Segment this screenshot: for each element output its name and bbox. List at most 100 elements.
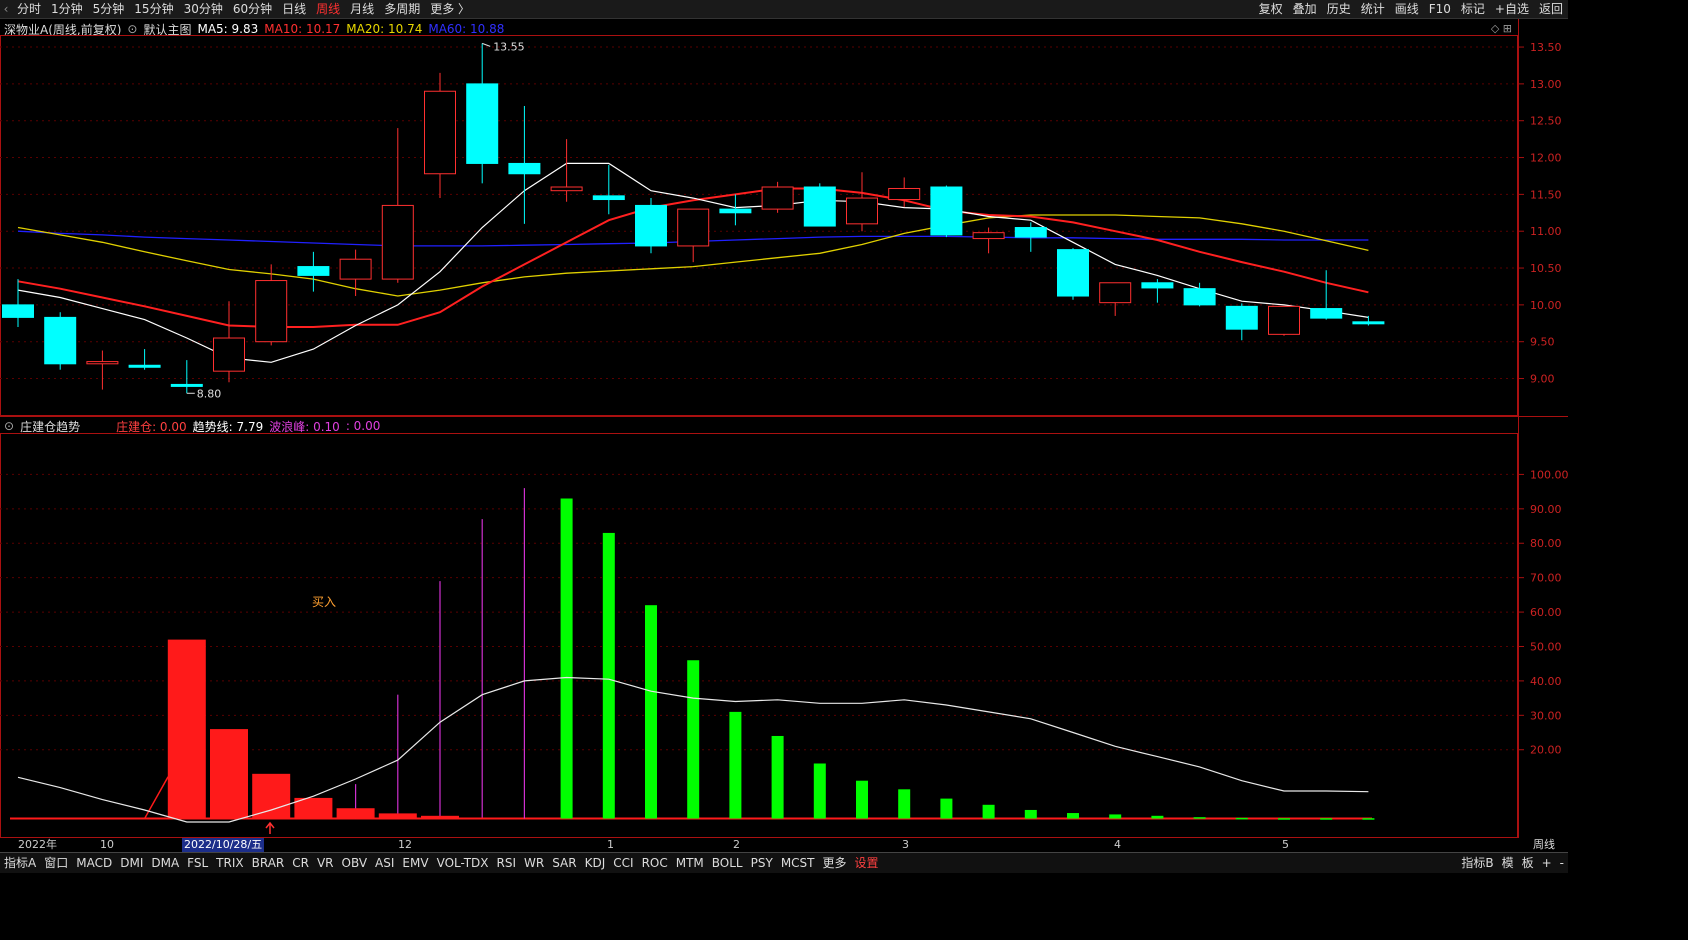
tab-period-10[interactable]: 更多 〉 (425, 0, 475, 19)
tool-7[interactable]: +自选 (1490, 0, 1534, 19)
indicator-tab-5[interactable]: FSL (183, 853, 212, 873)
tool-0[interactable]: 复权 (1254, 0, 1288, 19)
candle-body (761, 186, 794, 210)
candle-body (803, 186, 836, 227)
indicator-tab-3[interactable]: DMI (116, 853, 147, 873)
candle-body (508, 162, 541, 175)
indicator-tab-10[interactable]: OBV (338, 853, 372, 873)
indicator-tab-8[interactable]: CR (288, 853, 313, 873)
y-tick-label: 13.50 (1530, 41, 1562, 54)
tab-period-3[interactable]: 15分钟 (129, 0, 178, 19)
indicator-tab-19[interactable]: ROC (638, 853, 672, 873)
candle-body (635, 204, 667, 247)
indicator-tab-24[interactable]: 更多 (819, 853, 851, 873)
candle (424, 72, 456, 199)
y-tick-label: 12.00 (1530, 152, 1562, 165)
tab-period-9[interactable]: 多周期 (379, 0, 425, 19)
indicator-tab-20[interactable]: MTM (672, 853, 708, 873)
build-bar (210, 729, 248, 819)
indicator-tab-18[interactable]: CCI (609, 853, 637, 873)
candle-body (297, 266, 330, 276)
x-tick-label: 4 (1114, 838, 1121, 851)
x-tick-label: 10 (100, 838, 114, 851)
chart-canvas[interactable]: 9.00 9.50 10.00 10.50 11.00 11.50 12.00 12.50 13… (0, 19, 1568, 839)
top-toolbar: ‹ 分时 1分钟 5分钟 15分钟 30分钟 60分钟 日线 周线 月线 多周期 更多 〉 复权 叠加… (0, 0, 1568, 19)
indicator-tab-2[interactable]: MACD (72, 853, 116, 873)
high-label: 13.55 (493, 40, 525, 53)
tab-period-1[interactable]: 1分钟 (46, 0, 88, 19)
y-tick-label: 100.00 (1530, 468, 1568, 481)
indicator-tab-4[interactable]: DMA (147, 853, 183, 873)
bottom-right-tool-0[interactable]: 指标B (1457, 853, 1497, 873)
release-bar (1193, 817, 1206, 819)
bottom-right-tool-3[interactable]: + (1538, 853, 1556, 873)
candle-body (888, 187, 921, 201)
indicator-tabs: 指标A 窗口 MACD DMI DMA FSL TRIX BRAR CR VR OBV ASI EMV V… (0, 852, 1568, 873)
tool-1[interactable]: 叠加 (1288, 0, 1322, 19)
candle-body (930, 186, 963, 236)
bottom-right-tool-4[interactable]: - (1556, 853, 1568, 873)
indicator-tab-15[interactable]: WR (520, 853, 548, 873)
candle-body (44, 316, 77, 365)
indicator-tab-13[interactable]: VOL-TDX (433, 853, 493, 873)
tab-period-8[interactable]: 月线 (345, 0, 379, 19)
candle (677, 208, 710, 263)
tool-8[interactable]: 返回 (1534, 0, 1568, 19)
indicator-tab-23[interactable]: MCST (777, 853, 819, 873)
y-tick-label: 60.00 (1530, 606, 1562, 619)
y-tick-label: 11.50 (1530, 188, 1562, 201)
build-bar (167, 639, 206, 819)
candle-body (381, 204, 414, 280)
indicator-tab-6[interactable]: TRIX (212, 853, 247, 873)
tab-period-4[interactable]: 30分钟 (179, 0, 228, 19)
candle (719, 194, 752, 226)
indicator-tab-12[interactable]: EMV (398, 853, 432, 873)
candle (846, 172, 878, 232)
candle-body (424, 90, 456, 175)
indicator-tab-14[interactable]: RSI (493, 853, 521, 873)
y-tick-label: 11.00 (1530, 225, 1562, 238)
indicator-tab-17[interactable]: KDJ (581, 853, 610, 873)
candle-body (1268, 305, 1300, 335)
candle (128, 349, 161, 370)
candle (761, 181, 794, 213)
back-arrow-icon[interactable]: ‹ (0, 0, 12, 19)
bottom-right-tool-2[interactable]: 板 (1518, 853, 1538, 873)
y-tick-label: 20.00 (1530, 744, 1562, 757)
y-tick-label: 40.00 (1530, 675, 1562, 688)
tool-2[interactable]: 历史 (1322, 0, 1356, 19)
tab-period-2[interactable]: 5分钟 (88, 0, 130, 19)
x-tick-label: 1 (607, 838, 614, 851)
indicator-tab-22[interactable]: PSY (747, 853, 777, 873)
candle (1352, 315, 1385, 326)
candle-body (1310, 308, 1343, 319)
tab-period-6[interactable]: 日线 (277, 0, 311, 19)
candle (381, 128, 414, 283)
candle (255, 264, 288, 346)
bottom-right-tool-1[interactable]: 模 (1498, 853, 1518, 873)
tool-5[interactable]: F10 (1424, 0, 1456, 19)
candle (466, 43, 499, 184)
indicator-tab-21[interactable]: BOLL (708, 853, 747, 873)
indicator-tab-9[interactable]: VR (313, 853, 338, 873)
candle (635, 198, 667, 254)
candle (592, 164, 625, 215)
indicator-tab-1[interactable]: 窗口 (40, 853, 72, 873)
tool-6[interactable]: 标记 (1456, 0, 1490, 19)
tab-period-0[interactable]: 分时 (12, 0, 46, 19)
candle (1310, 270, 1343, 320)
x-tick-label: 2022/10/28/五 (182, 838, 265, 852)
indicator-tab-16[interactable]: SAR (548, 853, 580, 873)
indicator-tab-7[interactable]: BRAR (248, 853, 289, 873)
tool-4[interactable]: 画线 (1390, 0, 1424, 19)
y-tick-label: 9.00 (1530, 373, 1555, 386)
tab-period-7[interactable]: 周线 (311, 0, 345, 19)
tab-period-5[interactable]: 60分钟 (228, 0, 277, 19)
candle-body (128, 364, 161, 368)
tool-3[interactable]: 统计 (1356, 0, 1390, 19)
period-indicator[interactable]: 周线 (1520, 838, 1568, 852)
indicator-tab-0[interactable]: 指标A (0, 853, 40, 873)
indicator-tab-11[interactable]: ASI (371, 853, 398, 873)
candle (86, 350, 119, 390)
indicator-tab-25[interactable]: 设置 (851, 853, 883, 873)
